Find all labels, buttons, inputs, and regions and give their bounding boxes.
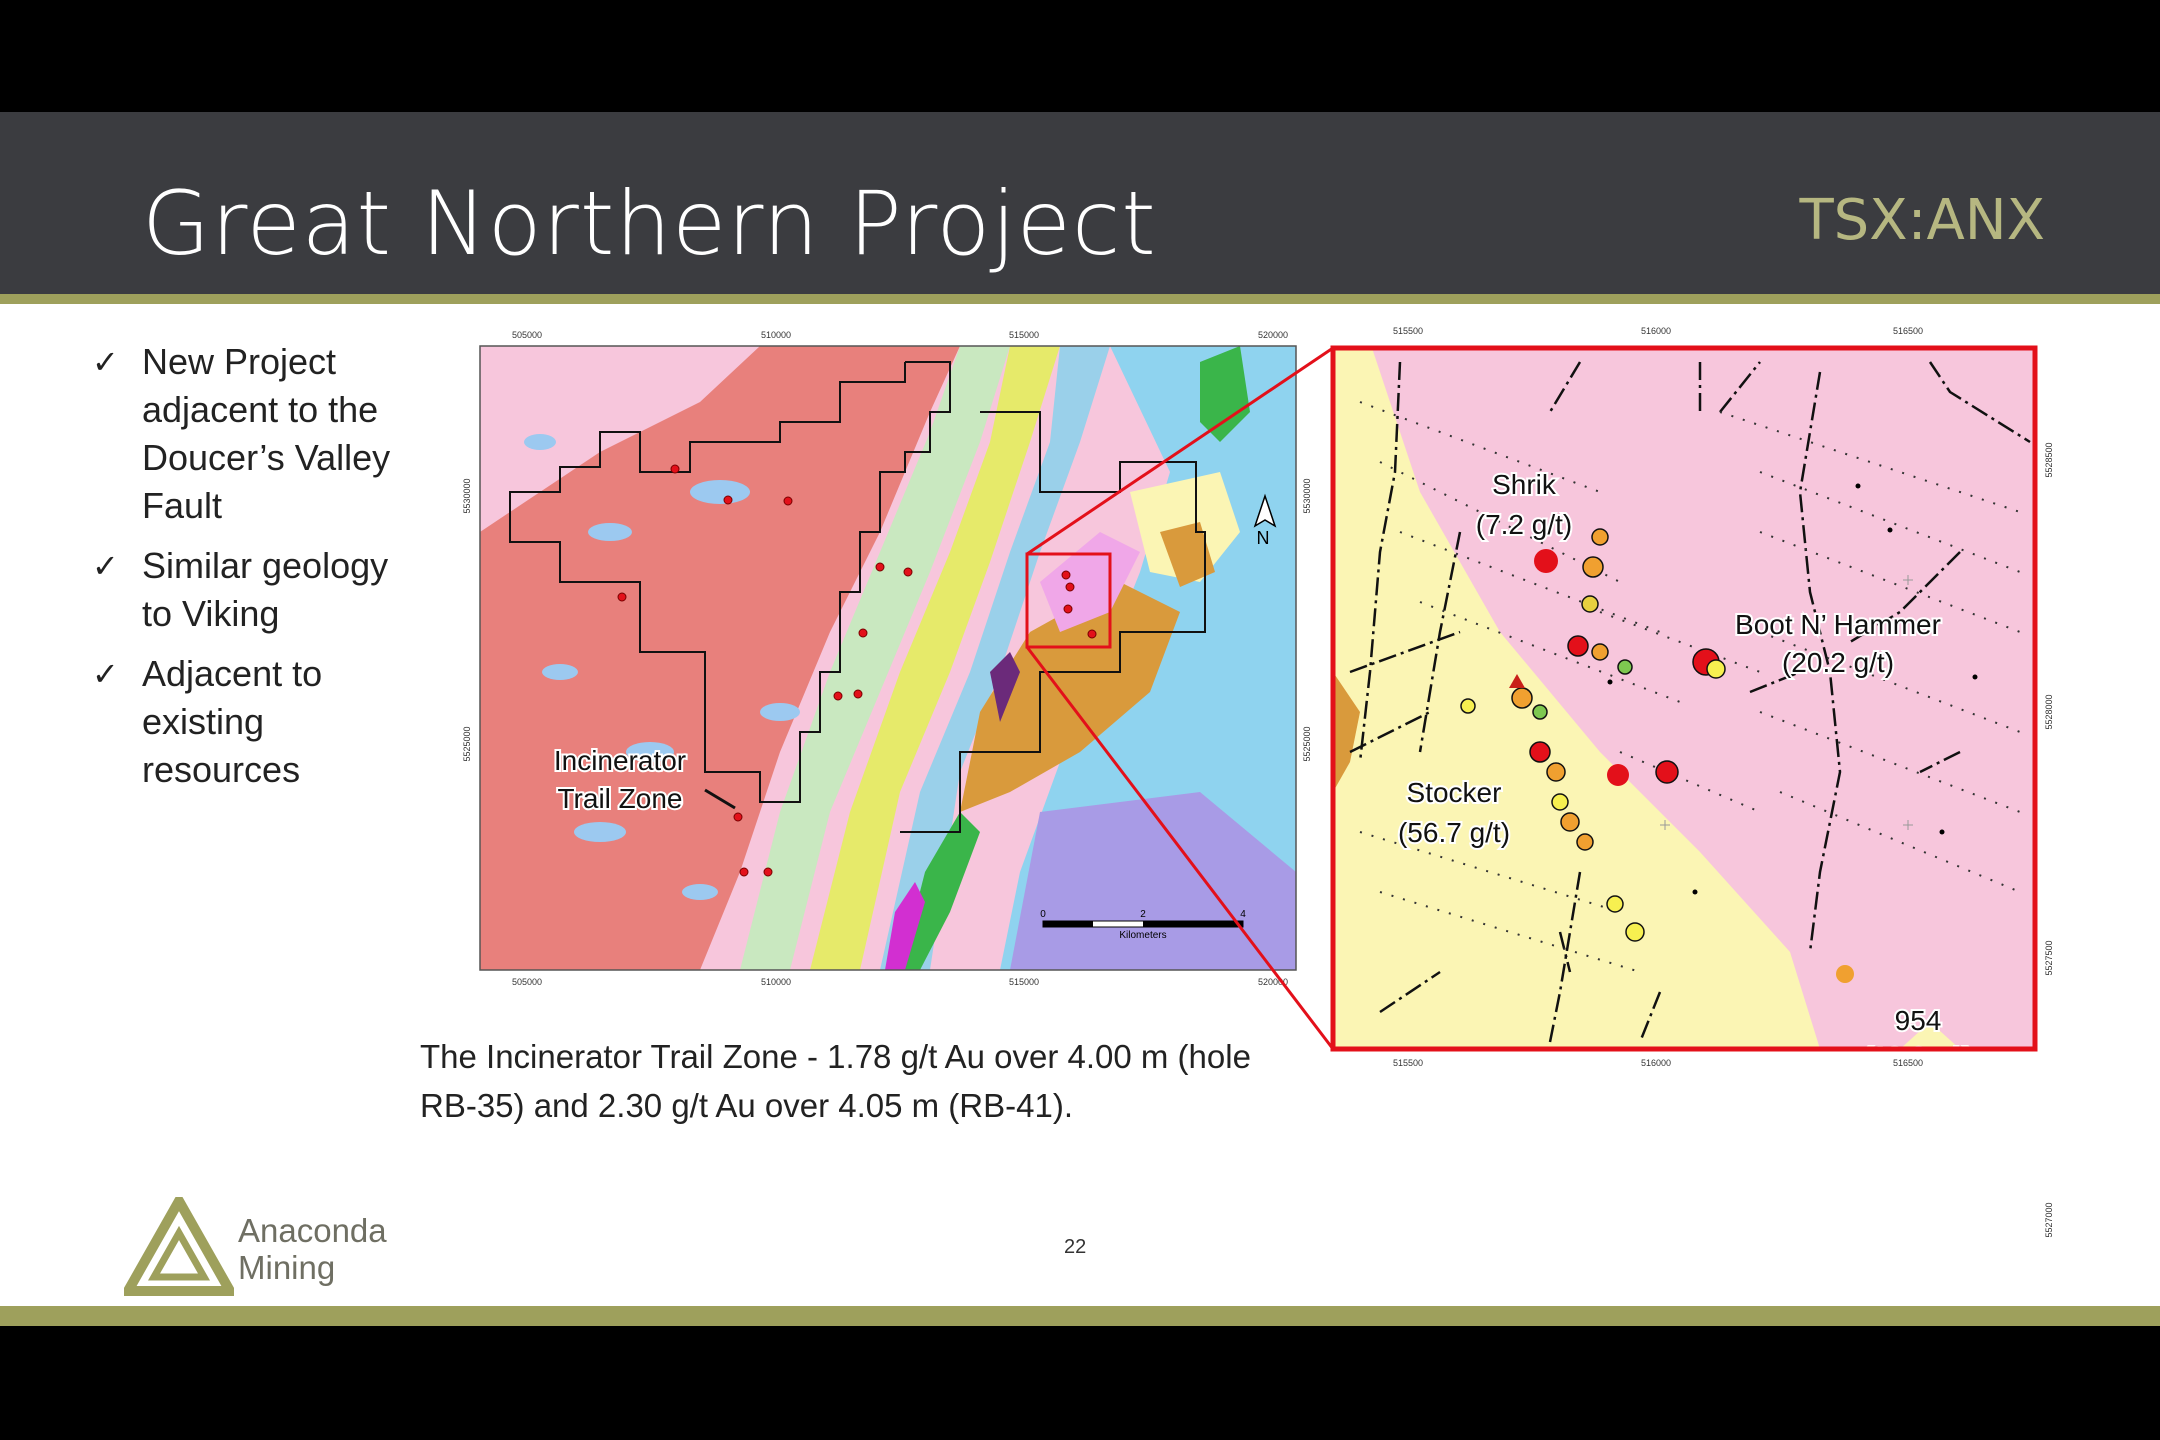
scale-tick: 2 [1140, 909, 1146, 920]
logo-line: Mining [238, 1249, 336, 1286]
x-tick: 516000 [1641, 1058, 1671, 1068]
x-tick: 520000 [1258, 330, 1288, 340]
x-tick: 516000 [1641, 326, 1671, 336]
deposit-name: Shrik [1492, 469, 1557, 500]
y-tick: 5528000 [2044, 694, 2054, 729]
x-tick: 515000 [1009, 977, 1039, 987]
deposit-name: 954 [1895, 1005, 1942, 1036]
zone-label: Incinerator [554, 745, 686, 776]
regional-geology: 0 2 4 Kilometers N [480, 346, 1296, 970]
scale-tick: 4 [1240, 909, 1246, 920]
y-tick: 5527500 [2044, 940, 2054, 975]
scale-unit: Kilometers [1119, 930, 1166, 941]
detail-map: Shrik (7.2 g/t) Boot N’ Hammer (20.2 g/t… [1330, 326, 2054, 1238]
logo-line: Anaconda [238, 1212, 387, 1249]
x-tick: 510000 [761, 977, 791, 987]
deposit-name: Boot N’ Hammer [1735, 609, 1941, 640]
deposit-grade: (20.2 g/t) [1782, 647, 1894, 678]
north-label: N [1257, 528, 1270, 548]
x-tick: 515500 [1393, 1058, 1423, 1068]
maps-figure: 0 2 4 Kilometers N 505000 510000 515000 [462, 326, 2054, 1238]
x-tick: 505000 [512, 330, 542, 340]
regional-map: 0 2 4 Kilometers N 505000 510000 515000 [462, 330, 1312, 987]
x-tick: 516500 [1893, 1058, 1923, 1068]
deposit-name: Stocker [1407, 777, 1502, 808]
x-tick: 505000 [512, 977, 542, 987]
deposit-grade: (7.2 g/t) [1476, 509, 1572, 540]
y-tick: 5530000 [1302, 478, 1312, 513]
y-tick: 5530000 [462, 478, 472, 513]
y-tick: 5525000 [1302, 726, 1312, 761]
y-tick: 5528500 [2044, 442, 2054, 477]
page-number: 22 [1064, 1236, 1087, 1258]
anaconda-logo-icon [124, 1197, 234, 1296]
deposit-grade: (56.7 g/t) [1398, 817, 1510, 848]
y-tick: 5527000 [2044, 1202, 2054, 1237]
slide: Great Northern Project TSX:ANX ✓ New Proj… [0, 112, 2160, 1326]
scale-tick: 0 [1040, 909, 1046, 920]
map-caption: The Incinerator Trail Zone - 1.78 g/t Au… [420, 1038, 1251, 1124]
zone-label: Trail Zone [557, 783, 682, 814]
logo-text: Anaconda Mining [238, 1212, 387, 1286]
footer-divider [0, 1306, 2160, 1326]
x-tick: 516500 [1893, 326, 1923, 336]
x-tick: 515500 [1393, 326, 1423, 336]
x-tick: 510000 [761, 330, 791, 340]
y-tick: 5525000 [462, 726, 472, 761]
x-tick: 515000 [1009, 330, 1039, 340]
